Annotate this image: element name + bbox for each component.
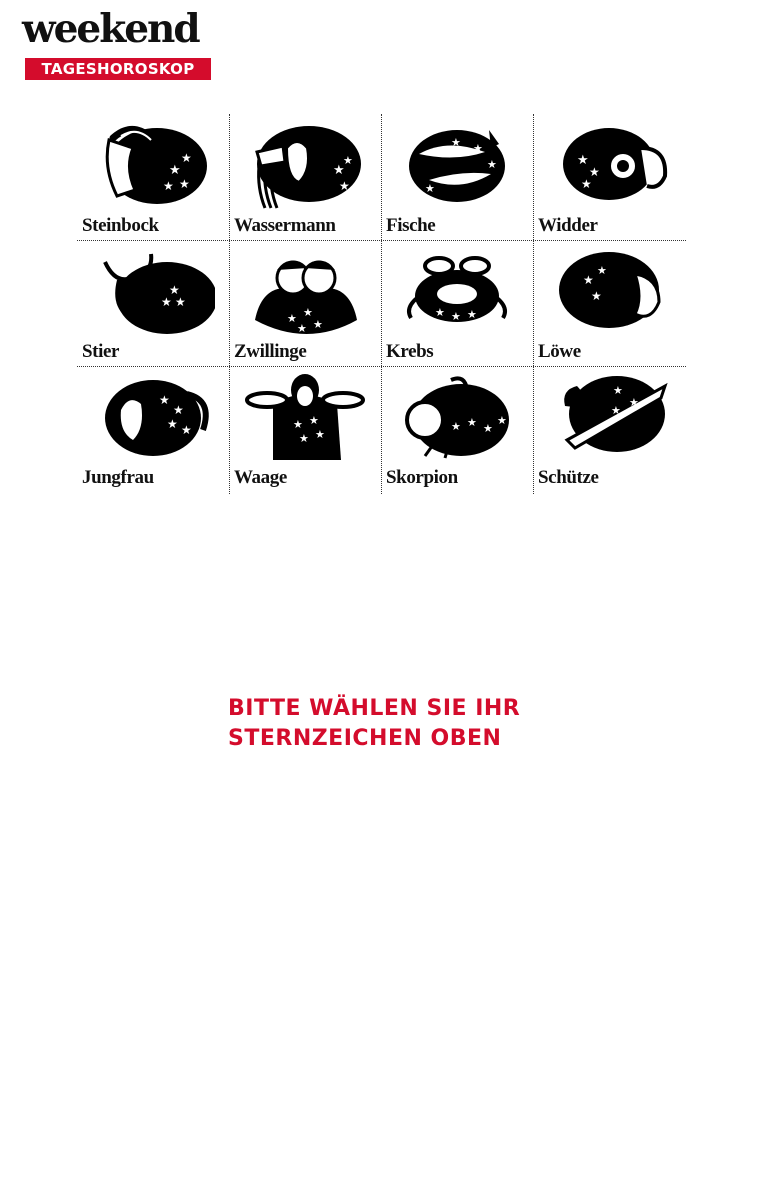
sign-tile-schuetze[interactable]: ★ ★ ★ Schütze (533, 366, 685, 492)
select-sign-prompt: BITTE WÄHLEN SIE IHR STERNZEICHEN OBEN (228, 694, 520, 754)
scorpio-icon: ★ ★ ★ ★ (405, 376, 509, 459)
capricorn-icon: ★ ★ ★ ★ (105, 126, 207, 204)
svg-text:★: ★ (343, 155, 353, 167)
svg-text:★: ★ (169, 162, 181, 177)
svg-text:★: ★ (297, 323, 307, 335)
sign-label: Schütze (538, 467, 599, 488)
svg-text:★: ★ (179, 177, 190, 191)
sign-tile-fische[interactable]: ★ ★ ★ ★ Fische (381, 114, 533, 240)
sign-label: Waage (234, 467, 287, 488)
virgo-icon: ★ ★ ★ ★ (105, 380, 209, 456)
zodiac-grid: ★ ★ ★ ★ Steinbock ★ ★ ★ Wassermann ★ ★ ★… (77, 114, 686, 494)
cancer-icon: ★ ★ ★ (407, 256, 507, 323)
prompt-line: BITTE WÄHLEN SIE IHR (228, 696, 521, 721)
svg-text:★: ★ (339, 179, 350, 193)
svg-text:★: ★ (159, 393, 170, 407)
sign-tile-stier[interactable]: ★ ★ ★ Stier (77, 240, 229, 366)
sign-label: Krebs (386, 341, 434, 362)
svg-text:★: ★ (487, 159, 497, 171)
svg-text:★: ★ (629, 397, 639, 409)
svg-text:★: ★ (175, 295, 186, 309)
sign-label: Widder (538, 215, 598, 236)
svg-text:★: ★ (597, 265, 607, 277)
svg-text:★: ★ (303, 307, 313, 319)
svg-text:★: ★ (473, 143, 483, 155)
sign-tile-widder[interactable]: ★ ★ ★ Widder (533, 114, 685, 240)
svg-text:★: ★ (181, 151, 192, 165)
svg-text:★: ★ (293, 419, 303, 431)
svg-text:★: ★ (583, 273, 594, 287)
svg-text:★: ★ (287, 313, 297, 325)
svg-text:★: ★ (173, 403, 184, 417)
sign-label: Wassermann (234, 215, 336, 236)
svg-text:★: ★ (181, 423, 192, 437)
libra-icon: ★ ★ ★ ★ (245, 374, 365, 460)
svg-text:★: ★ (591, 289, 602, 303)
sign-tile-wassermann[interactable]: ★ ★ ★ Wassermann (229, 114, 381, 240)
sign-tile-krebs[interactable]: ★ ★ ★ Krebs (381, 240, 533, 366)
aquarius-icon: ★ ★ ★ (255, 126, 361, 209)
svg-text:★: ★ (497, 415, 507, 427)
sign-tile-zwillinge[interactable]: ★ ★ ★ ★ Zwillinge (229, 240, 381, 366)
sign-tile-loewe[interactable]: ★ ★ ★ Löwe (533, 240, 685, 366)
svg-text:★: ★ (451, 311, 461, 323)
svg-text:★: ★ (451, 137, 461, 149)
svg-text:★: ★ (467, 309, 477, 321)
svg-text:★: ★ (167, 417, 178, 431)
sign-tile-waage[interactable]: ★ ★ ★ ★ Waage (229, 366, 381, 492)
svg-text:★: ★ (309, 415, 319, 427)
svg-text:★: ★ (581, 177, 592, 191)
gemini-icon: ★ ★ ★ ★ (255, 260, 357, 335)
svg-text:★: ★ (451, 421, 461, 433)
sign-label: Fische (386, 215, 436, 236)
sign-label: Steinbock (82, 215, 159, 236)
svg-text:★: ★ (313, 319, 323, 331)
svg-text:★: ★ (577, 152, 589, 167)
svg-text:★: ★ (315, 429, 325, 441)
svg-text:★: ★ (467, 417, 477, 429)
sign-label: Jungfrau (82, 467, 154, 488)
svg-text:★: ★ (163, 179, 174, 193)
aries-icon: ★ ★ ★ (563, 128, 668, 200)
sign-label: Skorpion (386, 467, 458, 488)
sign-label: Zwillinge (234, 341, 307, 362)
sign-tile-jungfrau[interactable]: ★ ★ ★ ★ Jungfrau (77, 366, 229, 492)
svg-text:★: ★ (611, 405, 621, 417)
prompt-line: STERNZEICHEN OBEN (228, 726, 502, 751)
sign-tile-steinbock[interactable]: ★ ★ ★ ★ Steinbock (77, 114, 229, 240)
sagittarius-icon: ★ ★ ★ (564, 376, 668, 452)
svg-text:★: ★ (435, 307, 445, 319)
leo-icon: ★ ★ ★ (559, 252, 661, 328)
section-badge-tageshoroskop: TAGESHOROSKOP (25, 58, 211, 80)
svg-text:★: ★ (425, 183, 435, 195)
taurus-icon: ★ ★ ★ (103, 253, 215, 334)
pisces-icon: ★ ★ ★ ★ (409, 130, 505, 202)
weekend-logo: weekend (22, 6, 201, 52)
svg-text:★: ★ (483, 423, 493, 435)
sign-label: Löwe (538, 341, 581, 362)
svg-text:★: ★ (299, 433, 309, 445)
svg-text:★: ★ (613, 385, 623, 397)
sign-tile-skorpion[interactable]: ★ ★ ★ ★ Skorpion (381, 366, 533, 492)
svg-text:★: ★ (161, 295, 172, 309)
sign-label: Stier (82, 341, 120, 362)
